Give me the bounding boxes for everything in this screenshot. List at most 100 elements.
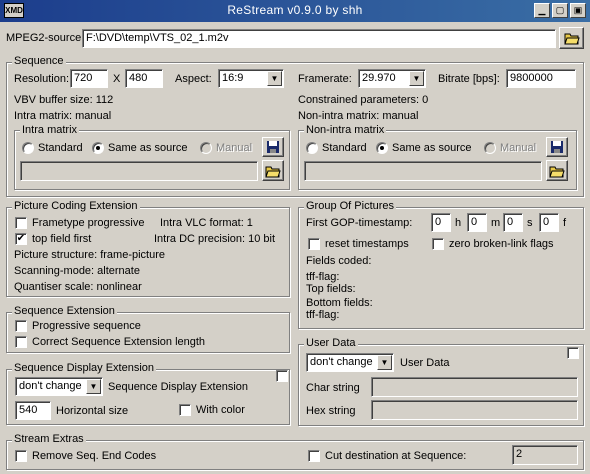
nonintra-manual-label: Manual — [500, 142, 537, 154]
intra-open-button[interactable] — [262, 160, 284, 181]
user-data-label: User Data — [400, 357, 450, 369]
quantizer-text: Quantiser scale: nonlinear — [14, 281, 142, 293]
aspect-value: 16:9 — [222, 72, 244, 84]
intra-manual-radio[interactable] — [200, 142, 212, 154]
bitrate-field[interactable]: 9800000 — [506, 69, 576, 88]
char-string-field[interactable] — [371, 377, 578, 397]
char-string-label: Char string — [306, 382, 360, 394]
intra-matrix-text: Intra matrix: manual — [14, 110, 112, 122]
nonintra-save-button[interactable] — [546, 137, 568, 157]
scanning-mode-text: Scanning-mode: alternate — [14, 265, 140, 277]
correct-length-label[interactable]: Correct Sequence Extension length — [32, 335, 205, 349]
gop-frames-field[interactable]: 0 — [539, 213, 559, 232]
dropdown-arrow-icon[interactable]: ▼ — [86, 379, 101, 394]
frametype-label[interactable]: Frametype progressive — [32, 216, 145, 230]
progressive-sequence-checkbox[interactable] — [15, 320, 27, 332]
seq-disp-label: Sequence Display Extension — [108, 381, 249, 393]
folder-open-icon — [265, 166, 281, 177]
with-color-checkbox[interactable] — [179, 404, 191, 416]
intra-vlc-text: Intra VLC format: 1 — [160, 217, 253, 229]
nonintra-same-label[interactable]: Same as source — [392, 141, 471, 155]
remove-seq-end-label[interactable]: Remove Seq. End Codes — [32, 449, 156, 463]
intra-same-label[interactable]: Same as source — [108, 141, 187, 155]
folder-open-icon — [563, 33, 580, 45]
cut-destination-checkbox[interactable] — [308, 450, 320, 462]
user-data-select-value: don't change — [310, 356, 373, 368]
gop-timestamp-label: First GOP-timestamp: — [306, 217, 413, 229]
gop-h-label: h — [455, 217, 462, 229]
gop-minutes-field[interactable]: 0 — [467, 213, 487, 232]
reset-timestamps-checkbox[interactable] — [308, 238, 320, 250]
save-disk-icon — [267, 141, 279, 153]
cut-destination-label[interactable]: Cut destination at Sequence: — [325, 449, 466, 463]
correct-length-checkbox[interactable] — [15, 336, 27, 348]
gop-s-label: s — [527, 217, 533, 229]
top-fields-text: Top fields: — [306, 283, 356, 295]
nonintra-matrix-path-field[interactable] — [304, 161, 542, 181]
cut-sequence-field[interactable]: 2 — [512, 445, 578, 465]
frametype-checkbox[interactable] — [15, 217, 27, 229]
gop-m-label: m — [491, 217, 501, 229]
constrained-text: Constrained parameters: 0 — [298, 94, 429, 106]
tff-flag-text-2: tff-flag: — [306, 309, 340, 321]
seq-disp-select[interactable]: don't change ▼ — [15, 377, 103, 396]
window-title: ReStream v0.9.0 by shh — [227, 3, 363, 17]
source-label: MPEG2-source: — [6, 32, 85, 44]
gop-hours-field[interactable]: 0 — [431, 213, 451, 232]
intra-matrix-title: Intra matrix — [20, 124, 80, 137]
framerate-select[interactable]: 29.970 ▼ — [358, 69, 426, 88]
gop-f-label: f — [563, 217, 567, 229]
topfield-checkbox[interactable]: ✔ — [15, 233, 27, 245]
maximize-button[interactable]: ▢ — [552, 3, 568, 18]
folder-open-icon — [549, 166, 565, 177]
x-label: X — [113, 73, 121, 85]
stream-extras-title: Stream Extras — [12, 433, 86, 446]
topfield-label[interactable]: top field first — [32, 232, 91, 246]
height-field[interactable]: 480 — [125, 69, 163, 88]
pce-title: Picture Coding Extension — [12, 200, 140, 213]
resolution-label: Resolution: — [14, 73, 70, 85]
nonintra-manual-radio[interactable] — [484, 142, 496, 154]
intra-same-radio[interactable] — [92, 142, 104, 154]
seq-disp-select-value: don't change — [19, 380, 82, 392]
open-source-button[interactable] — [559, 27, 584, 49]
intra-manual-label: Manual — [216, 142, 253, 154]
zero-broken-link-label[interactable]: zero broken-link flags — [449, 237, 554, 251]
intra-matrix-path-field[interactable] — [20, 161, 258, 181]
nonintra-matrix-group — [298, 130, 577, 190]
dropdown-arrow-icon[interactable]: ▼ — [267, 71, 282, 86]
aspect-select[interactable]: 16:9 ▼ — [218, 69, 284, 88]
reset-timestamps-label[interactable]: reset timestamps — [325, 237, 409, 251]
close-button[interactable]: ▣ — [570, 3, 586, 18]
width-field[interactable]: 720 — [70, 69, 108, 88]
nonintra-standard-label[interactable]: Standard — [322, 141, 367, 155]
dropdown-arrow-icon[interactable]: ▼ — [409, 71, 424, 86]
intra-save-button[interactable] — [262, 137, 284, 157]
nonintra-matrix-title: Non-intra matrix — [304, 124, 387, 137]
bitrate-label: Bitrate [bps]: — [438, 73, 500, 85]
nonintra-standard-radio[interactable] — [306, 142, 318, 154]
dropdown-arrow-icon[interactable]: ▼ — [377, 355, 392, 370]
nonintra-same-radio[interactable] — [376, 142, 388, 154]
title-bar[interactable]: XMD ReStream v0.9.0 by shh ▁ ▢ ▣ — [0, 0, 590, 22]
remove-seq-end-checkbox[interactable] — [15, 450, 27, 462]
with-color-label[interactable]: With color — [196, 403, 245, 417]
gop-seconds-field[interactable]: 0 — [503, 213, 523, 232]
intra-matrix-group — [14, 130, 290, 190]
user-data-checkbox[interactable] — [567, 347, 579, 359]
nonintra-matrix-text: Non-intra matrix: manual — [298, 110, 419, 122]
progressive-sequence-label[interactable]: Progressive sequence — [32, 319, 141, 333]
vbv-text: VBV buffer size: 112 — [14, 94, 114, 106]
save-disk-icon — [551, 141, 563, 153]
aspect-label: Aspect: — [175, 73, 212, 85]
intra-standard-radio[interactable] — [22, 142, 34, 154]
minimize-button[interactable]: ▁ — [534, 3, 550, 18]
hex-string-field[interactable] — [371, 400, 578, 420]
source-path-field[interactable]: F:\DVD\temp\VTS_02_1.m2v — [82, 29, 556, 48]
seq-disp-checkbox[interactable] — [276, 370, 288, 382]
intra-standard-label[interactable]: Standard — [38, 141, 83, 155]
nonintra-open-button[interactable] — [546, 160, 568, 181]
user-data-select[interactable]: don't change ▼ — [306, 353, 394, 372]
horizontal-size-field[interactable]: 540 — [15, 401, 51, 420]
zero-broken-link-checkbox[interactable] — [432, 238, 444, 250]
